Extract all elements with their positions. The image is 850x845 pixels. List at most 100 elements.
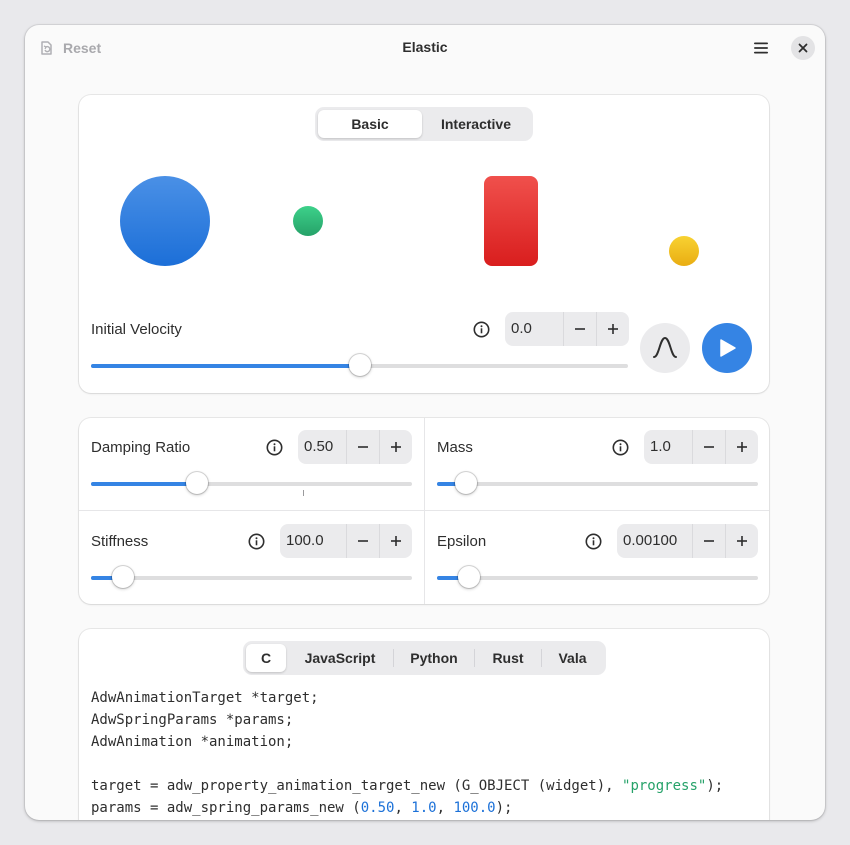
big-blue-circle: [120, 176, 210, 266]
code-text: );: [706, 778, 724, 794]
plus-icon: [737, 536, 747, 546]
code-card: C JavaScript Python Rust Vala AdwAnimati…: [79, 629, 769, 820]
stiffness-increment-button[interactable]: [379, 524, 412, 558]
slider-fill: [91, 364, 360, 368]
code-number: 100.0: [453, 800, 496, 816]
plus-icon: [391, 442, 401, 452]
mass-slider[interactable]: [437, 472, 758, 496]
hamburger-menu-icon: [754, 42, 768, 54]
epsilon-label: Epsilon: [437, 533, 487, 550]
plus-icon: [737, 442, 747, 452]
info-icon[interactable]: [585, 533, 602, 550]
stiffness-spinbutton[interactable]: 100.0: [280, 524, 412, 558]
small-green-circle: [293, 206, 323, 236]
stiffness-slider[interactable]: [91, 566, 412, 590]
initial-velocity-value[interactable]: 0.0: [505, 312, 563, 346]
code-text: ,: [394, 800, 412, 816]
slider-mark: [303, 490, 304, 496]
slider-handle[interactable]: [112, 566, 134, 588]
curve-graph-button[interactable]: [640, 323, 690, 373]
tab-vala[interactable]: Vala: [542, 644, 603, 672]
minus-icon: [704, 446, 714, 448]
code-text: params = adw_spring_params_new (: [91, 800, 361, 816]
play-button[interactable]: [702, 323, 752, 373]
mass-value[interactable]: 1.0: [644, 430, 692, 464]
epsilon-value[interactable]: 0.00100: [617, 524, 692, 558]
epsilon-slider[interactable]: [437, 566, 758, 590]
code-line: target = adw_property_animation_target_n…: [91, 775, 723, 797]
tab-interactive[interactable]: Interactive: [422, 110, 530, 138]
app-window: Reset Elastic Basic Interactive Initial …: [25, 25, 825, 820]
params-divider-horizontal: [79, 510, 769, 511]
red-rectangle: [484, 176, 538, 266]
code-text: target = adw_property_animation_target_n…: [91, 778, 623, 794]
stiffness-value[interactable]: 100.0: [280, 524, 346, 558]
code-view[interactable]: AdwAnimationTarget *target; AdwSpringPara…: [91, 687, 723, 819]
epsilon-decrement-button[interactable]: [692, 524, 725, 558]
tab-python[interactable]: Python: [394, 644, 474, 672]
close-icon: [798, 43, 808, 53]
initial-velocity-spinbutton[interactable]: 0.0: [505, 312, 629, 346]
slider-handle[interactable]: [455, 472, 477, 494]
header-bar: Reset Elastic: [25, 25, 825, 71]
params-divider-vertical: [424, 418, 425, 604]
code-number: 1.0: [411, 800, 437, 816]
slider-handle[interactable]: [186, 472, 208, 494]
yellow-dot: [669, 236, 699, 266]
minus-icon: [575, 328, 585, 330]
slider-fill: [91, 482, 197, 486]
code-text: ,: [436, 800, 454, 816]
info-icon[interactable]: [248, 533, 265, 550]
tab-basic[interactable]: Basic: [318, 110, 422, 138]
damping-decrement-button[interactable]: [346, 430, 379, 464]
close-button[interactable]: [791, 36, 815, 60]
slider-track: [437, 576, 758, 580]
demo-card: Basic Interactive Initial Velocity 0.0: [79, 95, 769, 393]
spring-params-card: Damping Ratio 0.50 Mass 1.0 Stiffness 10…: [79, 418, 769, 604]
damping-ratio-value[interactable]: 0.50: [298, 430, 346, 464]
slider-track: [91, 576, 412, 580]
epsilon-increment-button[interactable]: [725, 524, 758, 558]
code-line: AdwSpringParams *params;: [91, 712, 294, 728]
code-string: "progress": [622, 778, 707, 794]
info-icon[interactable]: [473, 321, 490, 338]
play-icon: [720, 339, 736, 357]
mass-decrement-button[interactable]: [692, 430, 725, 464]
velocity-increment-button[interactable]: [596, 312, 629, 346]
damping-ratio-slider[interactable]: [91, 472, 412, 496]
minus-icon: [358, 540, 368, 542]
code-line: params = adw_spring_params_new (0.50, 1.…: [91, 797, 723, 819]
stiffness-decrement-button[interactable]: [346, 524, 379, 558]
tab-c[interactable]: C: [246, 644, 286, 672]
mass-increment-button[interactable]: [725, 430, 758, 464]
slider-track: [437, 482, 758, 486]
code-line: AdwAnimationTarget *target;: [91, 690, 319, 706]
minus-icon: [704, 540, 714, 542]
mass-label: Mass: [437, 439, 473, 456]
velocity-decrement-button[interactable]: [563, 312, 596, 346]
info-icon[interactable]: [612, 439, 629, 456]
stiffness-label: Stiffness: [91, 533, 149, 550]
animation-preview: [120, 176, 699, 266]
initial-velocity-slider[interactable]: [91, 354, 628, 378]
tab-rust[interactable]: Rust: [475, 644, 541, 672]
initial-velocity-label: Initial Velocity: [91, 321, 182, 338]
window-title: Elastic: [402, 39, 448, 55]
code-number: 0.50: [360, 800, 395, 816]
slider-handle[interactable]: [458, 566, 480, 588]
spring-curve-icon: [653, 336, 677, 358]
slider-handle[interactable]: [349, 354, 371, 376]
minus-icon: [358, 446, 368, 448]
code-line: AdwAnimation *animation;: [91, 734, 294, 750]
tab-javascript[interactable]: JavaScript: [287, 644, 393, 672]
damping-ratio-spinbutton[interactable]: 0.50: [298, 430, 412, 464]
epsilon-spinbutton[interactable]: 0.00100: [617, 524, 758, 558]
main-menu-button[interactable]: [751, 39, 771, 57]
damping-increment-button[interactable]: [379, 430, 412, 464]
plus-icon: [608, 324, 618, 334]
language-switcher: C JavaScript Python Rust Vala: [243, 641, 606, 675]
mass-spinbutton[interactable]: 1.0: [644, 430, 758, 464]
info-icon[interactable]: [266, 439, 283, 456]
demo-mode-switcher: Basic Interactive: [315, 107, 533, 141]
